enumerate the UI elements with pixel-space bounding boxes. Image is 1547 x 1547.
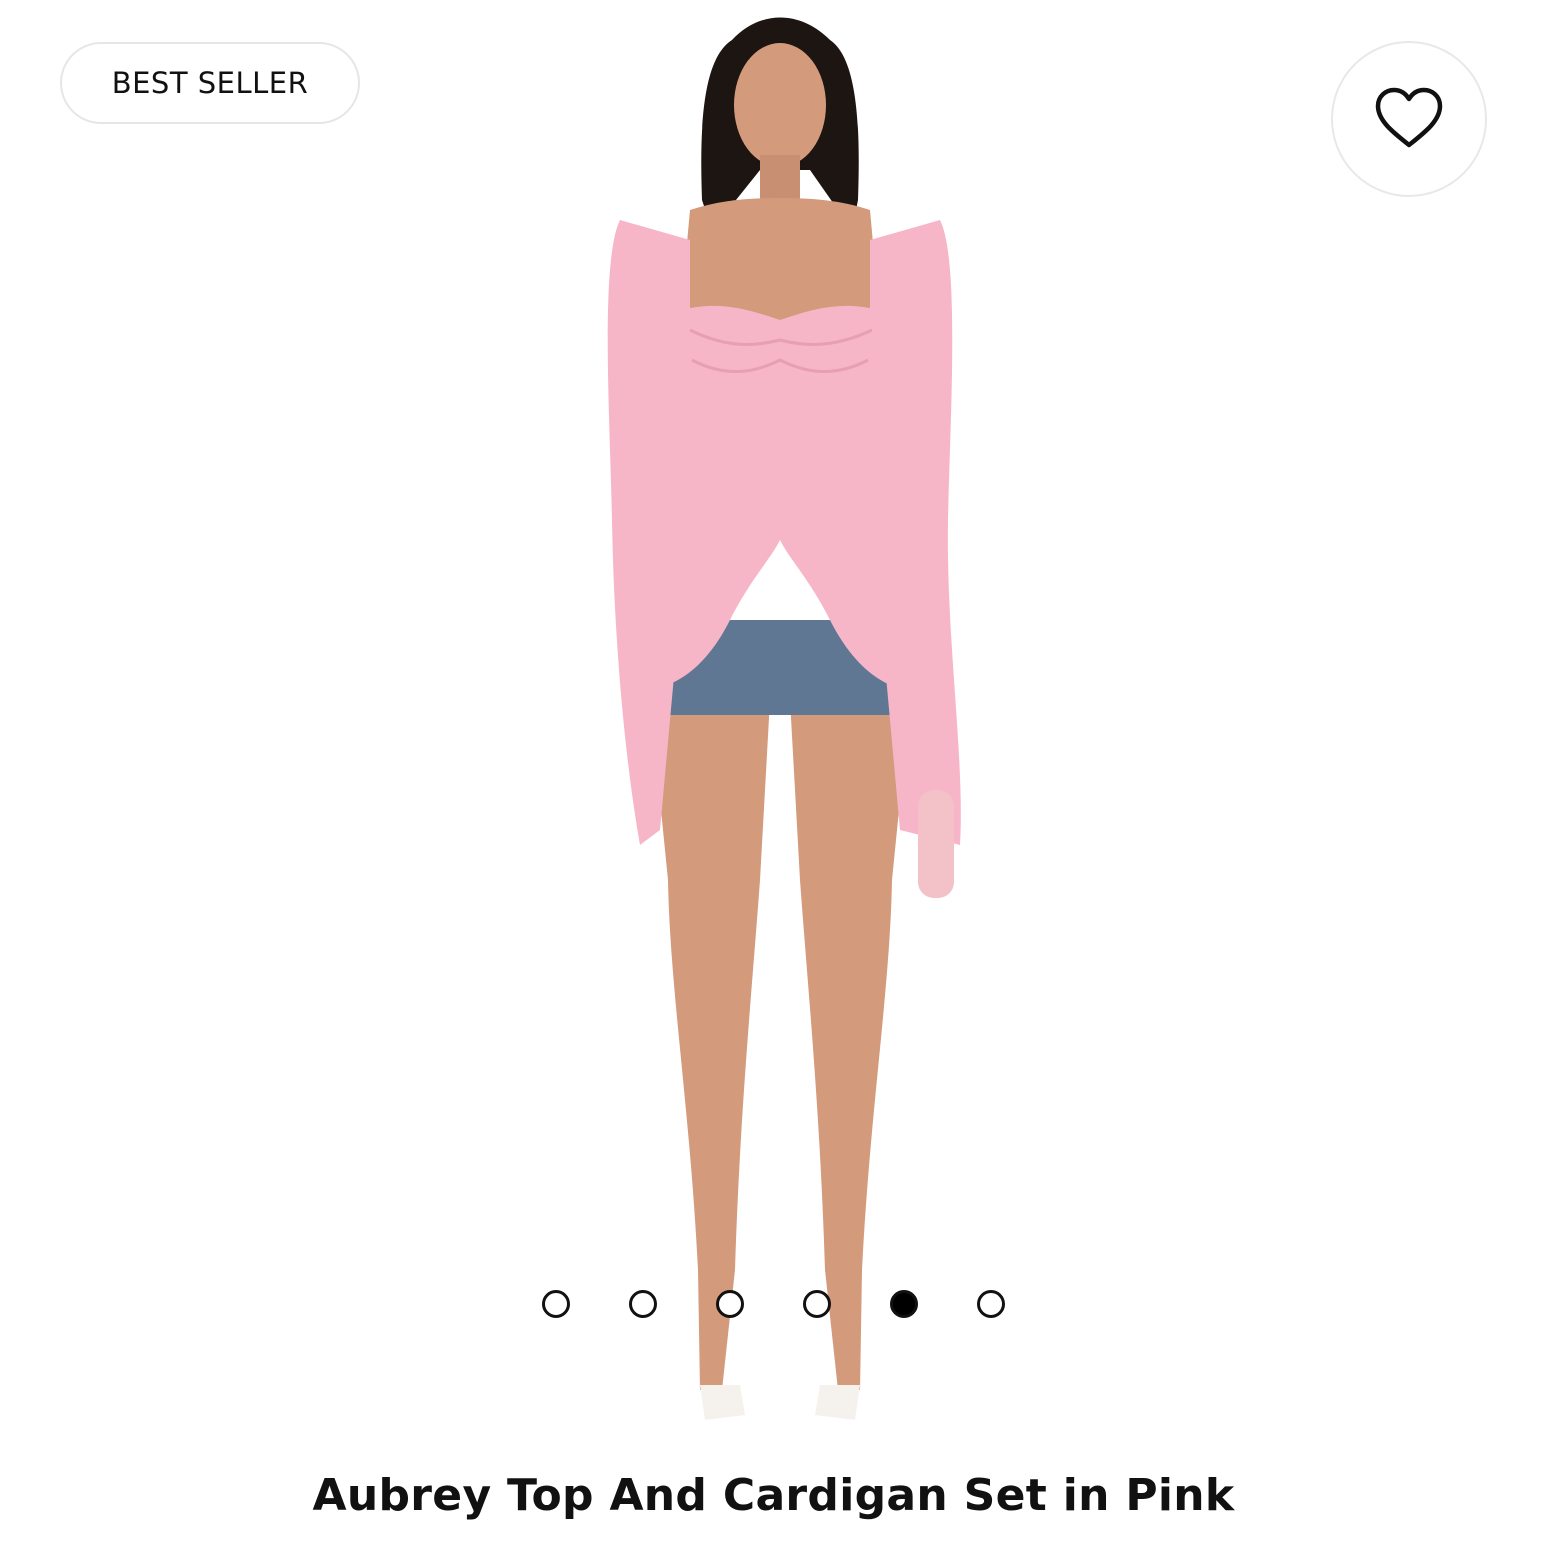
heart-icon [1375,87,1443,148]
carousel-dot[interactable] [629,1290,657,1318]
product-page: BEST SELLER Aubrey Top And Cardigan Set … [0,0,1547,1547]
carousel-dot[interactable] [542,1290,570,1318]
product-title: Aubrey Top And Cardigan Set in Pink [312,1470,1235,1521]
badge-label: BEST SELLER [111,66,309,100]
wishlist-button[interactable] [1331,41,1487,197]
carousel-dots [540,1287,1020,1321]
carousel-dot-active[interactable] [890,1290,918,1318]
carousel-dot[interactable] [803,1290,831,1318]
carousel-dot[interactable] [977,1290,1005,1318]
best-seller-badge: BEST SELLER [60,42,360,124]
carousel-dot[interactable] [716,1290,744,1318]
product-image[interactable] [540,0,1010,1440]
